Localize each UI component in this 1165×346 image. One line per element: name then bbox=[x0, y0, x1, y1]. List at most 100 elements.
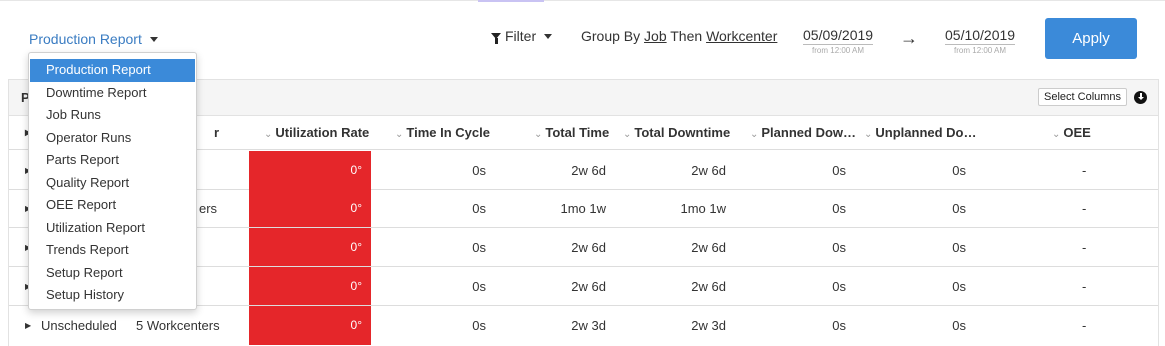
menu-item-setup-history[interactable]: Setup History bbox=[29, 284, 196, 307]
time-in-cycle-cell: 0s bbox=[472, 240, 486, 255]
expand-row-icon[interactable]: ▶ bbox=[25, 321, 31, 330]
total-time-cell: 2w 6d bbox=[571, 163, 606, 178]
chevron-down-icon: ⌄ bbox=[534, 129, 543, 140]
oee-cell: - bbox=[1082, 201, 1087, 216]
group-by-prefix: Group By bbox=[581, 28, 641, 44]
apply-button[interactable]: Apply bbox=[1045, 18, 1137, 59]
planned-downtime-cell: 0s bbox=[832, 201, 846, 216]
oee-cell: - bbox=[1082, 318, 1087, 333]
menu-item-utilization-report[interactable]: Utilization Report bbox=[29, 217, 196, 240]
column-label: Total Downtime bbox=[634, 125, 731, 140]
column-header-oee[interactable]: ⌄ OEE bbox=[1052, 125, 1091, 140]
oee-cell: - bbox=[1082, 240, 1087, 255]
utilization-value: 0° bbox=[350, 279, 362, 293]
select-columns-button[interactable]: Select Columns bbox=[1038, 88, 1128, 106]
column-label: Unplanned Do… bbox=[875, 125, 977, 140]
menu-item-downtime-report[interactable]: Downtime Report bbox=[29, 82, 196, 105]
start-date-time: from 12:00 AM bbox=[812, 46, 865, 55]
menu-item-operator-runs[interactable]: Operator Runs bbox=[29, 127, 196, 150]
time-in-cycle-cell: 0s bbox=[472, 163, 486, 178]
chevron-down-icon: ⌄ bbox=[750, 129, 759, 140]
unplanned-downtime-cell: 0s bbox=[952, 201, 966, 216]
column-label: Planned Dow… bbox=[761, 125, 857, 140]
planned-downtime-cell: 0s bbox=[832, 163, 846, 178]
column-header-unplanned-downtime[interactable]: ⌄ Unplanned Do… bbox=[864, 125, 977, 140]
menu-item-oee-report[interactable]: OEE Report bbox=[29, 194, 196, 217]
utilization-value: 0° bbox=[350, 163, 362, 177]
column-header-utilization-rate[interactable]: ⌄ Utilization Rate bbox=[264, 125, 369, 140]
column-label: Total Time bbox=[545, 125, 610, 140]
column-header-workcenter[interactable]: r bbox=[214, 125, 219, 140]
column-label: OEE bbox=[1063, 125, 1091, 140]
total-time-cell: 2w 6d bbox=[571, 279, 606, 294]
utilization-cell: 0° bbox=[249, 267, 371, 305]
oee-cell: - bbox=[1082, 279, 1087, 294]
total-time-cell: 2w 3d bbox=[571, 318, 606, 333]
utilization-cell: 0° bbox=[249, 189, 371, 227]
column-header-total-downtime[interactable]: ⌄ Total Downtime bbox=[623, 125, 730, 140]
utilization-cell: 0° bbox=[249, 228, 371, 266]
column-header-planned-downtime[interactable]: ⌄ Planned Dow… bbox=[750, 125, 856, 140]
total-downtime-cell: 2w 3d bbox=[691, 318, 726, 333]
utilization-value: 0° bbox=[350, 201, 362, 215]
total-downtime-cell: 2w 6d bbox=[691, 240, 726, 255]
menu-item-parts-report[interactable]: Parts Report bbox=[29, 149, 196, 172]
report-type-label: Production Report bbox=[29, 31, 142, 47]
menu-item-job-runs[interactable]: Job Runs bbox=[29, 104, 196, 127]
planned-downtime-cell: 0s bbox=[832, 279, 846, 294]
planned-downtime-cell: 0s bbox=[832, 318, 846, 333]
funnel-icon bbox=[491, 33, 501, 44]
report-type-menu: Production Report Downtime Report Job Ru… bbox=[28, 52, 197, 310]
utilization-value: 0° bbox=[350, 318, 362, 332]
time-in-cycle-cell: 0s bbox=[472, 201, 486, 216]
filter-button[interactable]: Filter bbox=[491, 28, 553, 44]
planned-downtime-cell: 0s bbox=[832, 240, 846, 255]
total-downtime-cell: 2w 6d bbox=[691, 279, 726, 294]
column-label: Utilization Rate bbox=[275, 125, 370, 140]
menu-item-setup-report[interactable]: Setup Report bbox=[29, 262, 196, 285]
top-border bbox=[0, 0, 1165, 1]
time-in-cycle-cell: 0s bbox=[472, 279, 486, 294]
chevron-down-icon: ⌄ bbox=[264, 129, 273, 140]
total-time-cell: 2w 6d bbox=[571, 240, 606, 255]
column-label: Time In Cycle bbox=[406, 125, 490, 140]
chevron-down-icon: ⌄ bbox=[395, 129, 404, 140]
utilization-cell: 0° bbox=[249, 306, 371, 345]
time-in-cycle-cell: 0s bbox=[472, 318, 486, 333]
end-date-time: from 12:00 AM bbox=[954, 46, 1007, 55]
chevron-down-icon: ⌄ bbox=[623, 129, 632, 140]
menu-item-production-report[interactable]: Production Report bbox=[30, 59, 195, 82]
utilization-value: 0° bbox=[350, 240, 362, 254]
menu-item-trends-report[interactable]: Trends Report bbox=[29, 239, 196, 262]
table-row[interactable]: ▶ Unscheduled 5 Workcenters 0° 0s 2w 3d … bbox=[9, 306, 1158, 345]
chevron-down-icon: ⌄ bbox=[864, 129, 873, 140]
arrow-right-icon: → bbox=[900, 28, 918, 48]
total-downtime-cell: 1mo 1w bbox=[680, 201, 726, 216]
total-time-cell: 1mo 1w bbox=[560, 201, 606, 216]
start-date-picker[interactable]: 05/09/2019 from 12:00 AM bbox=[803, 27, 874, 55]
menu-item-quality-report[interactable]: Quality Report bbox=[29, 172, 196, 195]
column-header-time-in-cycle[interactable]: ⌄ Time In Cycle bbox=[395, 125, 490, 140]
column-header-total-time[interactable]: ⌄ Total Time bbox=[534, 125, 609, 140]
unplanned-downtime-cell: 0s bbox=[952, 279, 966, 294]
end-date-value: 05/10/2019 bbox=[945, 27, 1016, 45]
caret-down-icon bbox=[544, 33, 553, 39]
job-cell: Unscheduled bbox=[41, 318, 117, 333]
unplanned-downtime-cell: 0s bbox=[952, 240, 966, 255]
end-date-picker[interactable]: 05/10/2019 from 12:00 AM bbox=[945, 27, 1016, 55]
top-accent-bar bbox=[478, 0, 544, 2]
utilization-cell: 0° bbox=[249, 151, 371, 189]
start-date-value: 05/09/2019 bbox=[803, 27, 874, 45]
group-by-then: Then bbox=[670, 28, 703, 44]
group-by-first-link[interactable]: Job bbox=[644, 28, 667, 44]
download-icon[interactable] bbox=[1134, 91, 1147, 104]
filter-label: Filter bbox=[505, 28, 537, 44]
workcenter-cell: ers bbox=[199, 201, 218, 216]
oee-cell: - bbox=[1082, 163, 1087, 178]
total-downtime-cell: 2w 6d bbox=[691, 163, 726, 178]
chevron-down-icon: ⌄ bbox=[1052, 129, 1061, 140]
group-by-second-link[interactable]: Workcenter bbox=[706, 28, 777, 44]
report-type-dropdown[interactable]: Production Report bbox=[29, 31, 158, 47]
group-by-control: Group By Job Then Workcenter bbox=[581, 28, 777, 44]
unplanned-downtime-cell: 0s bbox=[952, 318, 966, 333]
